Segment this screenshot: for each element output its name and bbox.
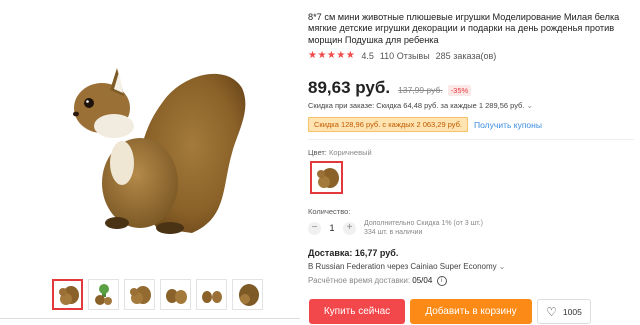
gallery <box>0 0 300 325</box>
color-value: Коричневый <box>328 148 372 157</box>
divider <box>0 318 300 319</box>
order-discount[interactable]: Скидка при заказе: Скидка 64,48 руб. за … <box>308 101 533 110</box>
thumbnail-4[interactable] <box>160 279 191 310</box>
increase-button[interactable]: + <box>343 221 356 235</box>
color-swatch[interactable] <box>310 161 343 194</box>
discount-badge: -35% <box>447 85 472 96</box>
product-info: 8*7 см мини животные плюшевые игрушки Мо… <box>308 0 640 325</box>
extra-discount: Дополнительно Скидка 1% (от 3 шт.) <box>364 220 483 227</box>
rating-row: ★★★★★ 4.5 110 Отзывы 285 заказа(ов) <box>308 50 502 61</box>
color-label-text: Цвет: <box>308 148 327 157</box>
star-rating-icon: ★★★★★ <box>308 50 356 61</box>
thumbnail-1[interactable] <box>52 279 83 310</box>
delivery-price: Доставка: 16,77 руб. <box>308 248 399 258</box>
add-to-cart-button[interactable]: Добавить в корзину <box>410 299 532 324</box>
info-icon[interactable]: i <box>436 276 447 286</box>
thumbnail-3[interactable] <box>124 279 155 310</box>
order-discount-text: Скидка при заказе: Скидка 64,48 руб. за … <box>308 101 525 110</box>
get-coupons-link[interactable]: Получить купоны <box>474 120 542 130</box>
buy-now-button[interactable]: Купить сейчас <box>309 299 405 324</box>
thumbnail-strip <box>52 279 263 310</box>
orders-count: 285 заказа(ов) <box>435 50 497 61</box>
thumbnail-2[interactable] <box>88 279 119 310</box>
coupon-row: Скидка 128,96 руб. с каждых 2 063,29 руб… <box>308 117 542 132</box>
product-title: 8*7 см мини животные плюшевые игрушки Мо… <box>308 12 620 45</box>
wishlist-count: 1005 <box>562 306 582 317</box>
quantity-info: Дополнительно Скидка 1% (от 3 шт.) 334 ш… <box>364 219 483 237</box>
chevron-down-icon: ⌄ <box>526 101 533 110</box>
reviews-link[interactable]: 110 Отзывы <box>380 51 430 61</box>
eta-label: Расчётное время доставки: <box>308 276 411 286</box>
section-divider <box>308 139 634 140</box>
quantity-input[interactable]: 1 <box>321 223 343 233</box>
wishlist-button[interactable]: ♡ 1005 <box>537 299 591 324</box>
chevron-down-icon: ⌄ <box>498 262 506 271</box>
price-row: 89,63 руб. 137,99 руб. -35% <box>308 78 472 98</box>
main-product-image[interactable] <box>62 48 252 248</box>
color-label: Цвет: Коричневый <box>308 148 372 157</box>
quantity-label: Количество: <box>308 207 351 216</box>
decrease-button[interactable]: − <box>308 221 321 235</box>
eta-date: 05/04 <box>412 276 433 286</box>
rating-value: 4.5 <box>361 50 374 61</box>
coupon-badge: Скидка 128,96 руб. с каждых 2 063,29 руб… <box>308 117 469 132</box>
old-price: 137,99 руб. <box>398 85 443 95</box>
shipping-method[interactable]: В Russian Federation через Cainiao Super… <box>308 262 505 271</box>
delivery-eta: Расчётное время доставки: 05/04 i <box>308 276 447 286</box>
current-price: 89,63 руб. <box>308 78 391 97</box>
heart-icon: ♡ <box>546 304 557 319</box>
shipping-method-text: В Russian Federation через Cainiao Super… <box>308 262 497 271</box>
thumbnail-5[interactable] <box>196 279 227 310</box>
quantity-stepper: − 1 + Дополнительно Скидка 1% (от 3 шт.)… <box>308 219 483 237</box>
thumbnail-6[interactable] <box>232 279 263 310</box>
stock-count: 334 шт. в наличии <box>364 229 423 236</box>
